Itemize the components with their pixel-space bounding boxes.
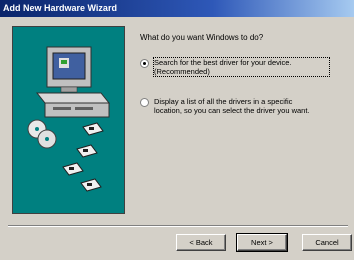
- radio-display-driver-list[interactable]: [140, 98, 149, 107]
- back-button[interactable]: < Back: [176, 234, 226, 251]
- footer-separator: [8, 225, 348, 227]
- option-display-driver-list[interactable]: Display a list of all the drivers in a s…: [140, 97, 329, 115]
- option-search-best-driver[interactable]: Search for the best driver for your devi…: [140, 57, 330, 77]
- option-display-label: Display a list of all the drivers in a s…: [154, 97, 329, 115]
- option-search-line1: Search for the best driver for your devi…: [154, 58, 292, 67]
- option-search-label: Search for the best driver for your devi…: [153, 57, 330, 77]
- next-button[interactable]: Next >: [236, 233, 288, 252]
- title-bar: Add New Hardware Wizard: [0, 0, 354, 17]
- cancel-button[interactable]: Cancel: [302, 234, 352, 251]
- option-display-line1: Display a list of all the drivers in a s…: [154, 97, 293, 106]
- wizard-illustration: [12, 26, 125, 214]
- option-search-line2: (Recommended): [154, 67, 210, 76]
- window-title: Add New Hardware Wizard: [3, 3, 117, 13]
- option-display-line2: location, so you can select the driver y…: [154, 106, 310, 115]
- computer-with-discs-icon: [27, 46, 111, 192]
- radio-search-best-driver[interactable]: [140, 59, 149, 68]
- wizard-prompt: What do you want Windows to do?: [140, 33, 264, 42]
- wizard-window: Add New Hardware Wizard What do you want…: [0, 0, 354, 260]
